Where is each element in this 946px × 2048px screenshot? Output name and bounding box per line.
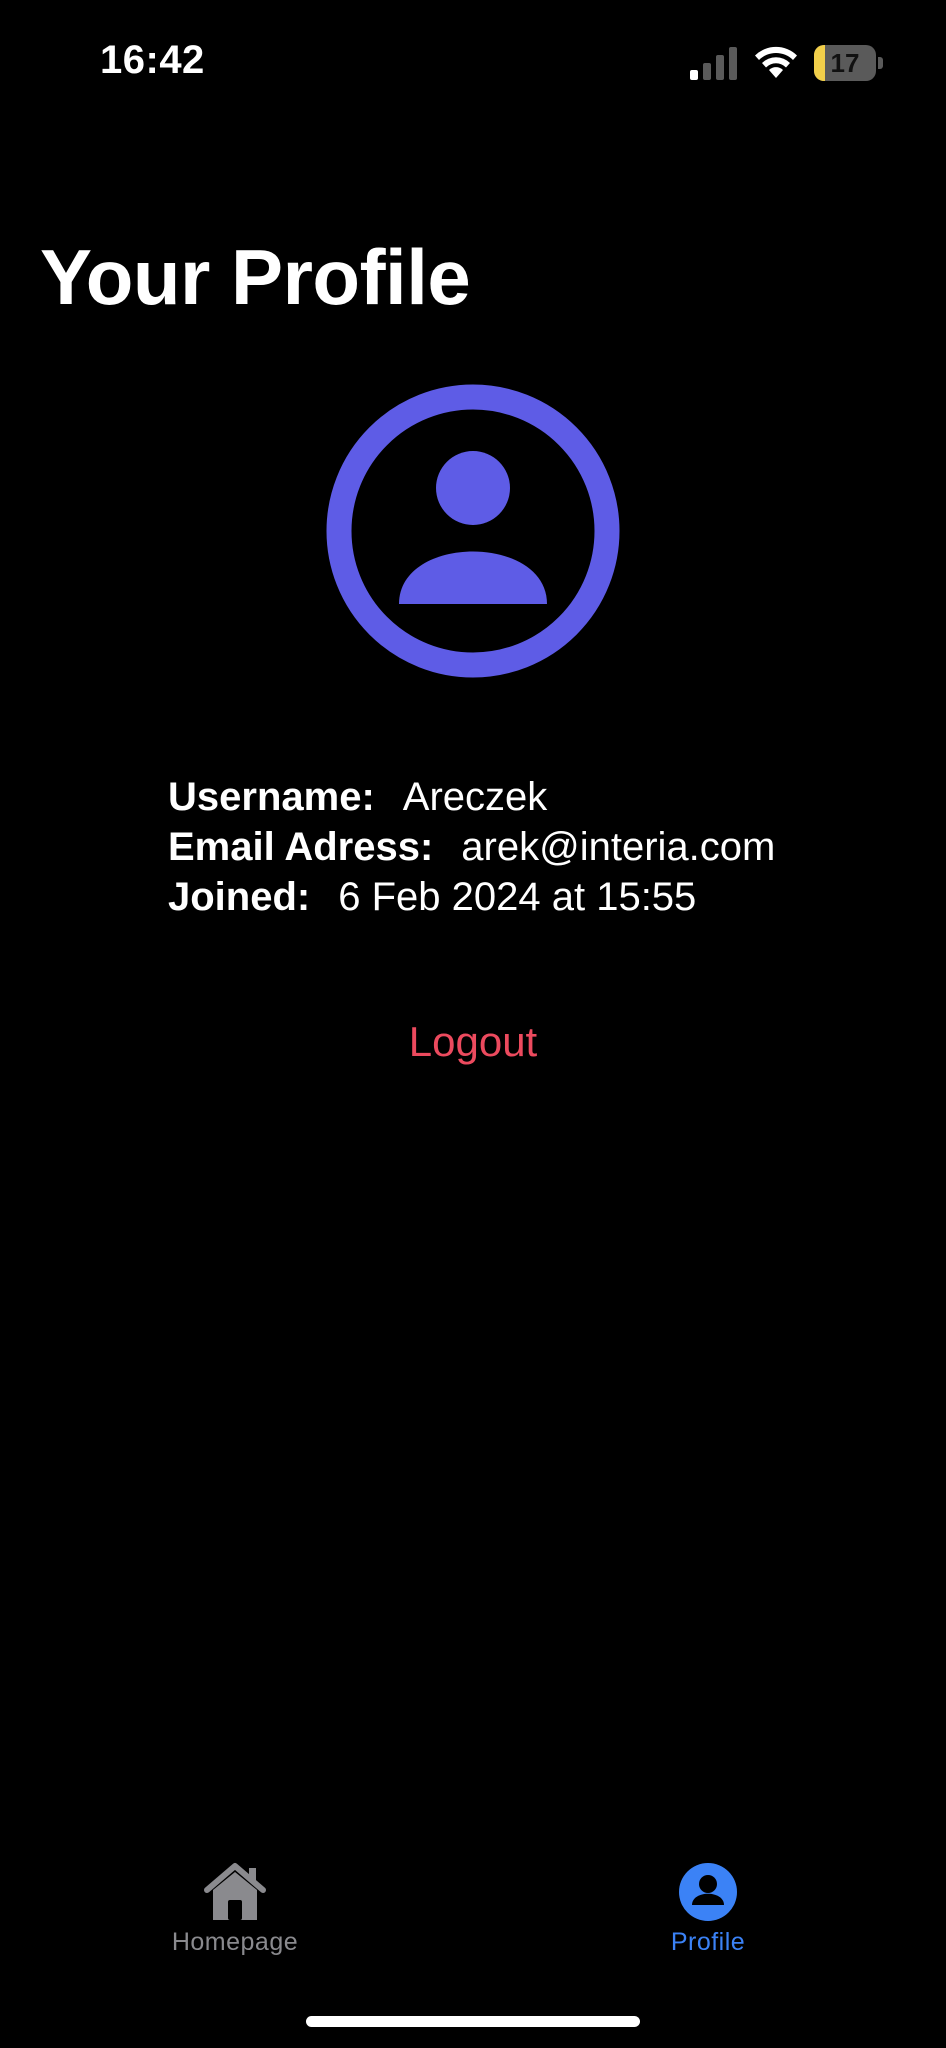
username-label: Username:: [168, 775, 375, 819]
logout-button[interactable]: Logout: [0, 1018, 946, 1066]
tab-profile-label: Profile: [670, 1928, 746, 1956]
email-row: Email Adress: arek@interia.com: [168, 822, 775, 872]
joined-row: Joined: 6 Feb 2024 at 15:55: [168, 872, 775, 922]
joined-value: 6 Feb 2024 at 15:55: [338, 875, 697, 919]
email-label: Email Adress:: [168, 825, 434, 869]
status-bar: 16:42 17: [0, 0, 946, 120]
person-circle-fill-icon: [679, 1863, 737, 1921]
status-time: 16:42: [100, 38, 205, 82]
person-circle-icon: [326, 384, 620, 678]
username-row: Username: Areczek: [168, 772, 775, 822]
tab-homepage-label: Homepage: [171, 1928, 299, 1956]
battery-level: 17: [830, 48, 860, 78]
house-icon: [204, 1863, 266, 1920]
wifi-icon: [755, 46, 797, 78]
signal-icon: [690, 47, 737, 80]
email-value: arek@interia.com: [461, 825, 776, 869]
tab-homepage[interactable]: Homepage: [115, 1840, 355, 1980]
profile-info: Username: Areczek Email Adress: arek@inter…: [168, 772, 775, 922]
tab-bar: Homepage Profile: [0, 1840, 946, 1980]
page-title: Your Profile: [40, 233, 471, 321]
joined-label: Joined:: [168, 875, 311, 919]
username-value: Areczek: [402, 775, 548, 819]
battery-charging-icon: 17: [814, 45, 884, 81]
home-indicator[interactable]: [306, 2016, 640, 2027]
tab-profile[interactable]: Profile: [588, 1840, 828, 1980]
